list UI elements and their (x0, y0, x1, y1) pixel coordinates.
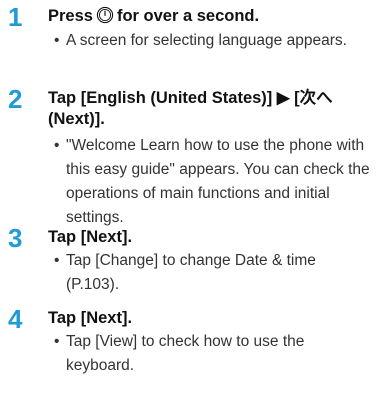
step-title: Tap [Next]. (48, 228, 133, 246)
bullet: • (54, 137, 60, 154)
step-number: 1 (8, 2, 23, 32)
step-description: • Tap [Change] to change Date & time (P.… (54, 249, 372, 297)
step-description-text: Tap [Change] to change Date & time (P.10… (66, 252, 316, 293)
step-description-text: Tap [View] to check how to use the keybo… (66, 333, 305, 374)
step-title: Press for over a second. (48, 6, 368, 27)
step-title: Tap [English (United States)] ▶ [次へ (Nex… (48, 89, 333, 128)
step-title: Tap [Next]. (48, 309, 133, 327)
step-title-prefix: Press (48, 7, 93, 25)
step-number: 2 (8, 84, 23, 114)
step-description-text: "Welcome Learn how to use the phone with… (66, 137, 370, 226)
bullet: • (54, 333, 60, 350)
power-key-icon (96, 6, 114, 24)
step-description: • Tap [View] to check how to use the key… (54, 330, 372, 378)
step-number: 3 (8, 223, 23, 253)
bullet: • (54, 252, 60, 269)
step-title-suffix: for over a second. (116, 7, 260, 25)
step-description-text: A screen for selecting language appears. (66, 32, 347, 49)
bullet: • (54, 32, 60, 49)
step-description: • A screen for selecting language appear… (54, 29, 372, 53)
step-description: • "Welcome Learn how to use the phone wi… (54, 134, 372, 230)
step-number: 4 (8, 304, 23, 334)
